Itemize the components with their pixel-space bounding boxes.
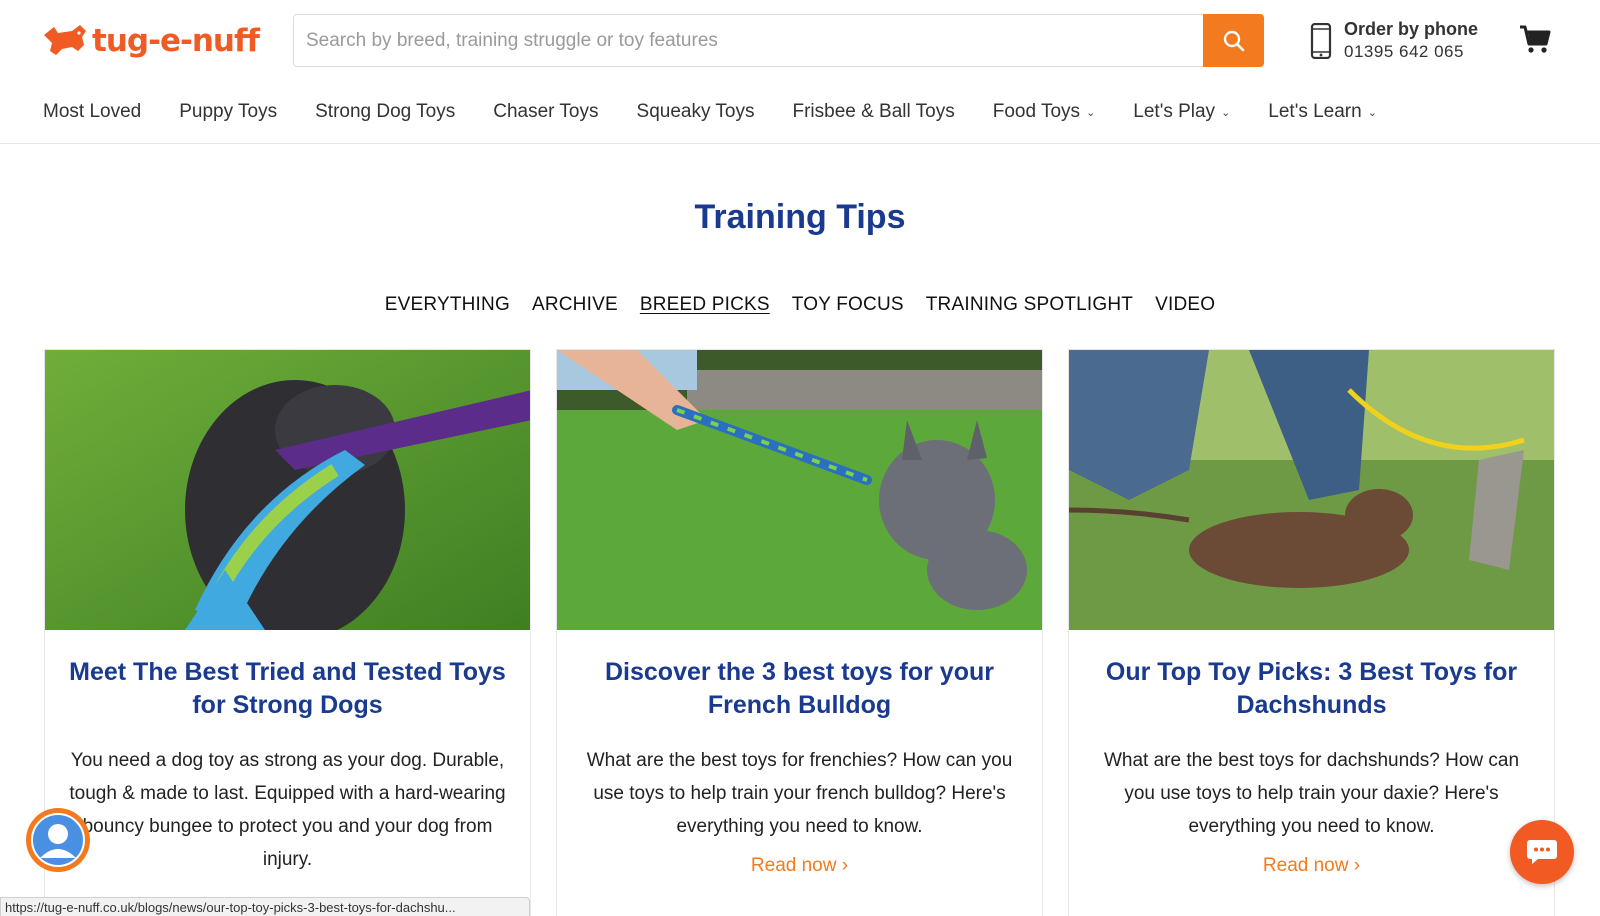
- nav-most-loved[interactable]: Most Loved: [43, 101, 141, 123]
- chevron-down-icon: ⌄: [1221, 106, 1231, 119]
- french-bulldog-photo: [557, 350, 1042, 630]
- order-by-phone[interactable]: Order by phone 01395 642 065: [1310, 18, 1478, 63]
- phone-title: Order by phone: [1344, 19, 1479, 39]
- tag-everything[interactable]: EVERYTHING: [385, 294, 510, 316]
- article-title[interactable]: Discover the 3 best toys for your French…: [557, 656, 1042, 722]
- chevron-right-icon: ›: [1353, 855, 1361, 876]
- article-image-french-bulldog[interactable]: [557, 350, 1042, 630]
- tag-archive[interactable]: ARCHIVE: [532, 294, 618, 316]
- account-widget[interactable]: [26, 808, 90, 872]
- search-input[interactable]: [306, 15, 1186, 66]
- search-button[interactable]: [1203, 14, 1264, 67]
- nav-chaser-toys[interactable]: Chaser Toys: [493, 101, 598, 123]
- link-status-bar: https://tug-e-nuff.co.uk/blogs/news/our-…: [0, 897, 530, 916]
- nav-lets-play[interactable]: Let's Play ⌄: [1133, 101, 1230, 123]
- tag-training-spotlight[interactable]: TRAINING SPOTLIGHT: [926, 294, 1133, 316]
- article-title[interactable]: Our Top Toy Picks: 3 Best Toys for Dachs…: [1069, 656, 1554, 722]
- article-image-strong-dog[interactable]: [45, 350, 530, 630]
- article-image-dachshund[interactable]: [1069, 350, 1554, 630]
- chevron-down-icon: ⌄: [1367, 106, 1377, 119]
- phone-icon: [1310, 22, 1332, 59]
- dog-logo-icon: [44, 25, 86, 55]
- read-now-link[interactable]: Read now ›: [1069, 855, 1554, 877]
- phone-number[interactable]: 01395 642 065: [1344, 41, 1478, 63]
- logo-text: tug-e-nuff: [92, 23, 260, 59]
- nav-frisbee-ball-toys[interactable]: Frisbee & Ball Toys: [792, 101, 954, 123]
- read-now-link[interactable]: Read now ›: [557, 855, 1042, 877]
- article-excerpt: What are the best toys for dachshunds? H…: [1103, 750, 1520, 837]
- chevron-right-icon: ›: [841, 855, 849, 876]
- main-nav: Most Loved Puppy Toys Strong Dog Toys Ch…: [43, 96, 1415, 128]
- tag-video[interactable]: VIDEO: [1155, 294, 1215, 316]
- article-card: Our Top Toy Picks: 3 Best Toys for Dachs…: [1068, 349, 1555, 916]
- page-title: Training Tips: [694, 198, 906, 236]
- tag-toy-focus[interactable]: TOY FOCUS: [792, 294, 904, 316]
- dog-tug-photo: [45, 350, 530, 630]
- article-card: Discover the 3 best toys for your French…: [556, 349, 1043, 916]
- cart-button[interactable]: [1519, 24, 1551, 59]
- article-excerpt: You need a dog toy as strong as your dog…: [69, 750, 506, 870]
- search-icon: [1223, 30, 1244, 51]
- nav-lets-learn[interactable]: Let's Learn ⌄: [1268, 101, 1377, 123]
- nav-strong-dog-toys[interactable]: Strong Dog Toys: [315, 101, 455, 123]
- cart-icon: [1520, 25, 1551, 53]
- article-card: Meet The Best Tried and Tested Toys for …: [44, 349, 531, 916]
- blog-tag-filters: EVERYTHING ARCHIVE BREED PICKS TOY FOCUS…: [0, 294, 1600, 316]
- dachshund-photo: [1069, 350, 1554, 630]
- article-title[interactable]: Meet The Best Tried and Tested Toys for …: [45, 656, 530, 722]
- chat-button[interactable]: [1510, 820, 1574, 884]
- user-icon: [31, 813, 85, 867]
- chat-icon: [1527, 840, 1557, 864]
- nav-food-toys[interactable]: Food Toys ⌄: [993, 101, 1096, 123]
- chevron-down-icon: ⌄: [1086, 106, 1096, 119]
- logo[interactable]: tug-e-nuff: [42, 16, 268, 66]
- tag-breed-picks[interactable]: BREED PICKS: [640, 294, 770, 316]
- nav-squeaky-toys[interactable]: Squeaky Toys: [637, 101, 755, 123]
- article-excerpt: What are the best toys for frenchies? Ho…: [586, 750, 1013, 837]
- nav-puppy-toys[interactable]: Puppy Toys: [179, 101, 277, 123]
- search-bar: [293, 14, 1264, 67]
- site-header: tug-e-nuff Order by phone 01395 642 065: [0, 0, 1600, 144]
